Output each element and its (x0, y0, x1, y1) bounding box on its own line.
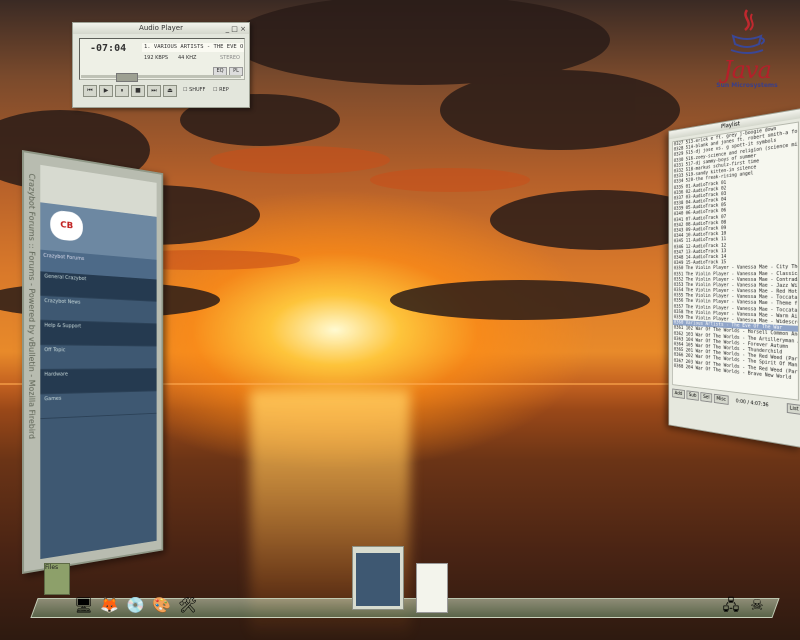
stop-button[interactable]: ■ (131, 85, 145, 97)
seek-handle[interactable] (116, 73, 138, 82)
folder-icon[interactable]: Files (44, 563, 70, 595)
bitrate-label: 192 KBPS (144, 55, 169, 61)
playlist-sel-button[interactable]: Sel (700, 392, 713, 403)
playlist-item[interactable]: 0351 The Violin Player - Vanessa Mae - C… (673, 271, 798, 277)
play-button[interactable]: ▶ (99, 85, 113, 97)
java-logo-word: Java (723, 56, 772, 84)
forum-row[interactable]: Hardware (40, 368, 157, 395)
playlist-list-button[interactable]: List (786, 403, 800, 415)
playlist-list[interactable]: 0327 513-erick e ft. grey j-boogie down 0… (672, 121, 799, 401)
stereo-indicator: STEREO (220, 55, 240, 61)
tools-icon[interactable]: 🛠 (178, 596, 197, 614)
network-icon[interactable]: 🖧 (722, 596, 740, 614)
player-title: Audio Player (139, 24, 183, 32)
folder-label: Files (45, 564, 59, 571)
minimized-playlist-thumbnail[interactable] (416, 563, 448, 613)
shuffle-checkbox[interactable]: ☐ SHUFF (183, 87, 205, 93)
playlist-add-button[interactable]: Add (672, 388, 685, 399)
audio-player-window[interactable]: Audio Player _ □ × -07:04 1. VARIOUS ART… (72, 22, 250, 108)
cd-player-icon[interactable]: 💿 (126, 596, 145, 614)
window-controls[interactable]: _ □ × (226, 24, 246, 35)
samplerate-label: 44 KHZ (178, 55, 197, 61)
eject-button[interactable]: ⏏ (163, 85, 177, 97)
shuffle-label: SHUFF (189, 87, 206, 93)
forum-row[interactable]: Crazybot News (40, 295, 157, 325)
forum-row[interactable]: Off Topic (40, 345, 157, 370)
next-button[interactable]: ⏭ (147, 85, 161, 97)
java-logo: Java Sun Microsystems (712, 4, 782, 114)
playlist-window[interactable]: Playlist 0327 513-erick e ft. grey j-boo… (668, 108, 800, 448)
firefox-icon[interactable]: 🦊 (100, 596, 119, 614)
seek-bar[interactable] (81, 73, 241, 82)
browser-window-container: Crazybot Forums :: Forums - Powered by v… (22, 150, 172, 574)
paint-icon[interactable]: 🎨 (152, 596, 171, 614)
playlist-misc-button[interactable]: Misc (713, 393, 729, 405)
browser-window[interactable]: Crazybot Forums :: Forums - Powered by v… (22, 150, 164, 574)
playlist-sub-button[interactable]: Sub (686, 390, 699, 401)
java-logo-sub: Sun Microsystems (716, 82, 778, 89)
song-title-display: 1. VARIOUS ARTISTS - THE EVE OF (142, 43, 244, 52)
forum-logo[interactable]: CB (50, 209, 83, 242)
forum-row[interactable]: Help & Support (40, 320, 157, 347)
forum-row[interactable]: Games (40, 391, 157, 420)
previous-button[interactable]: ⏮ (83, 85, 97, 97)
time-display[interactable]: -07:04 (90, 43, 126, 54)
java-cup-icon (730, 9, 765, 54)
computer-icon[interactable]: 🖥 (74, 596, 93, 614)
repeat-label: REP (219, 87, 229, 93)
browser-content[interactable]: CB Crazybot Forums General Crazybot Crazy… (40, 164, 157, 560)
transport-controls: ⏮ ▶ ⏸ ■ ⏭ ⏏ (83, 85, 177, 97)
playlist-window-container: Playlist 0327 513-erick e ft. grey j-boo… (652, 108, 800, 448)
repeat-checkbox[interactable]: ☐ REP (213, 87, 229, 93)
browser-window-title: Crazybot Forums :: Forums - Powered by v… (27, 172, 37, 440)
thumbnail-content (356, 553, 400, 606)
player-titlebar[interactable]: Audio Player _ □ × (73, 23, 249, 34)
pirate-flag-icon[interactable]: ☠ (748, 596, 766, 614)
minimized-browser-thumbnail[interactable] (352, 546, 404, 610)
pause-button[interactable]: ⏸ (115, 85, 129, 97)
